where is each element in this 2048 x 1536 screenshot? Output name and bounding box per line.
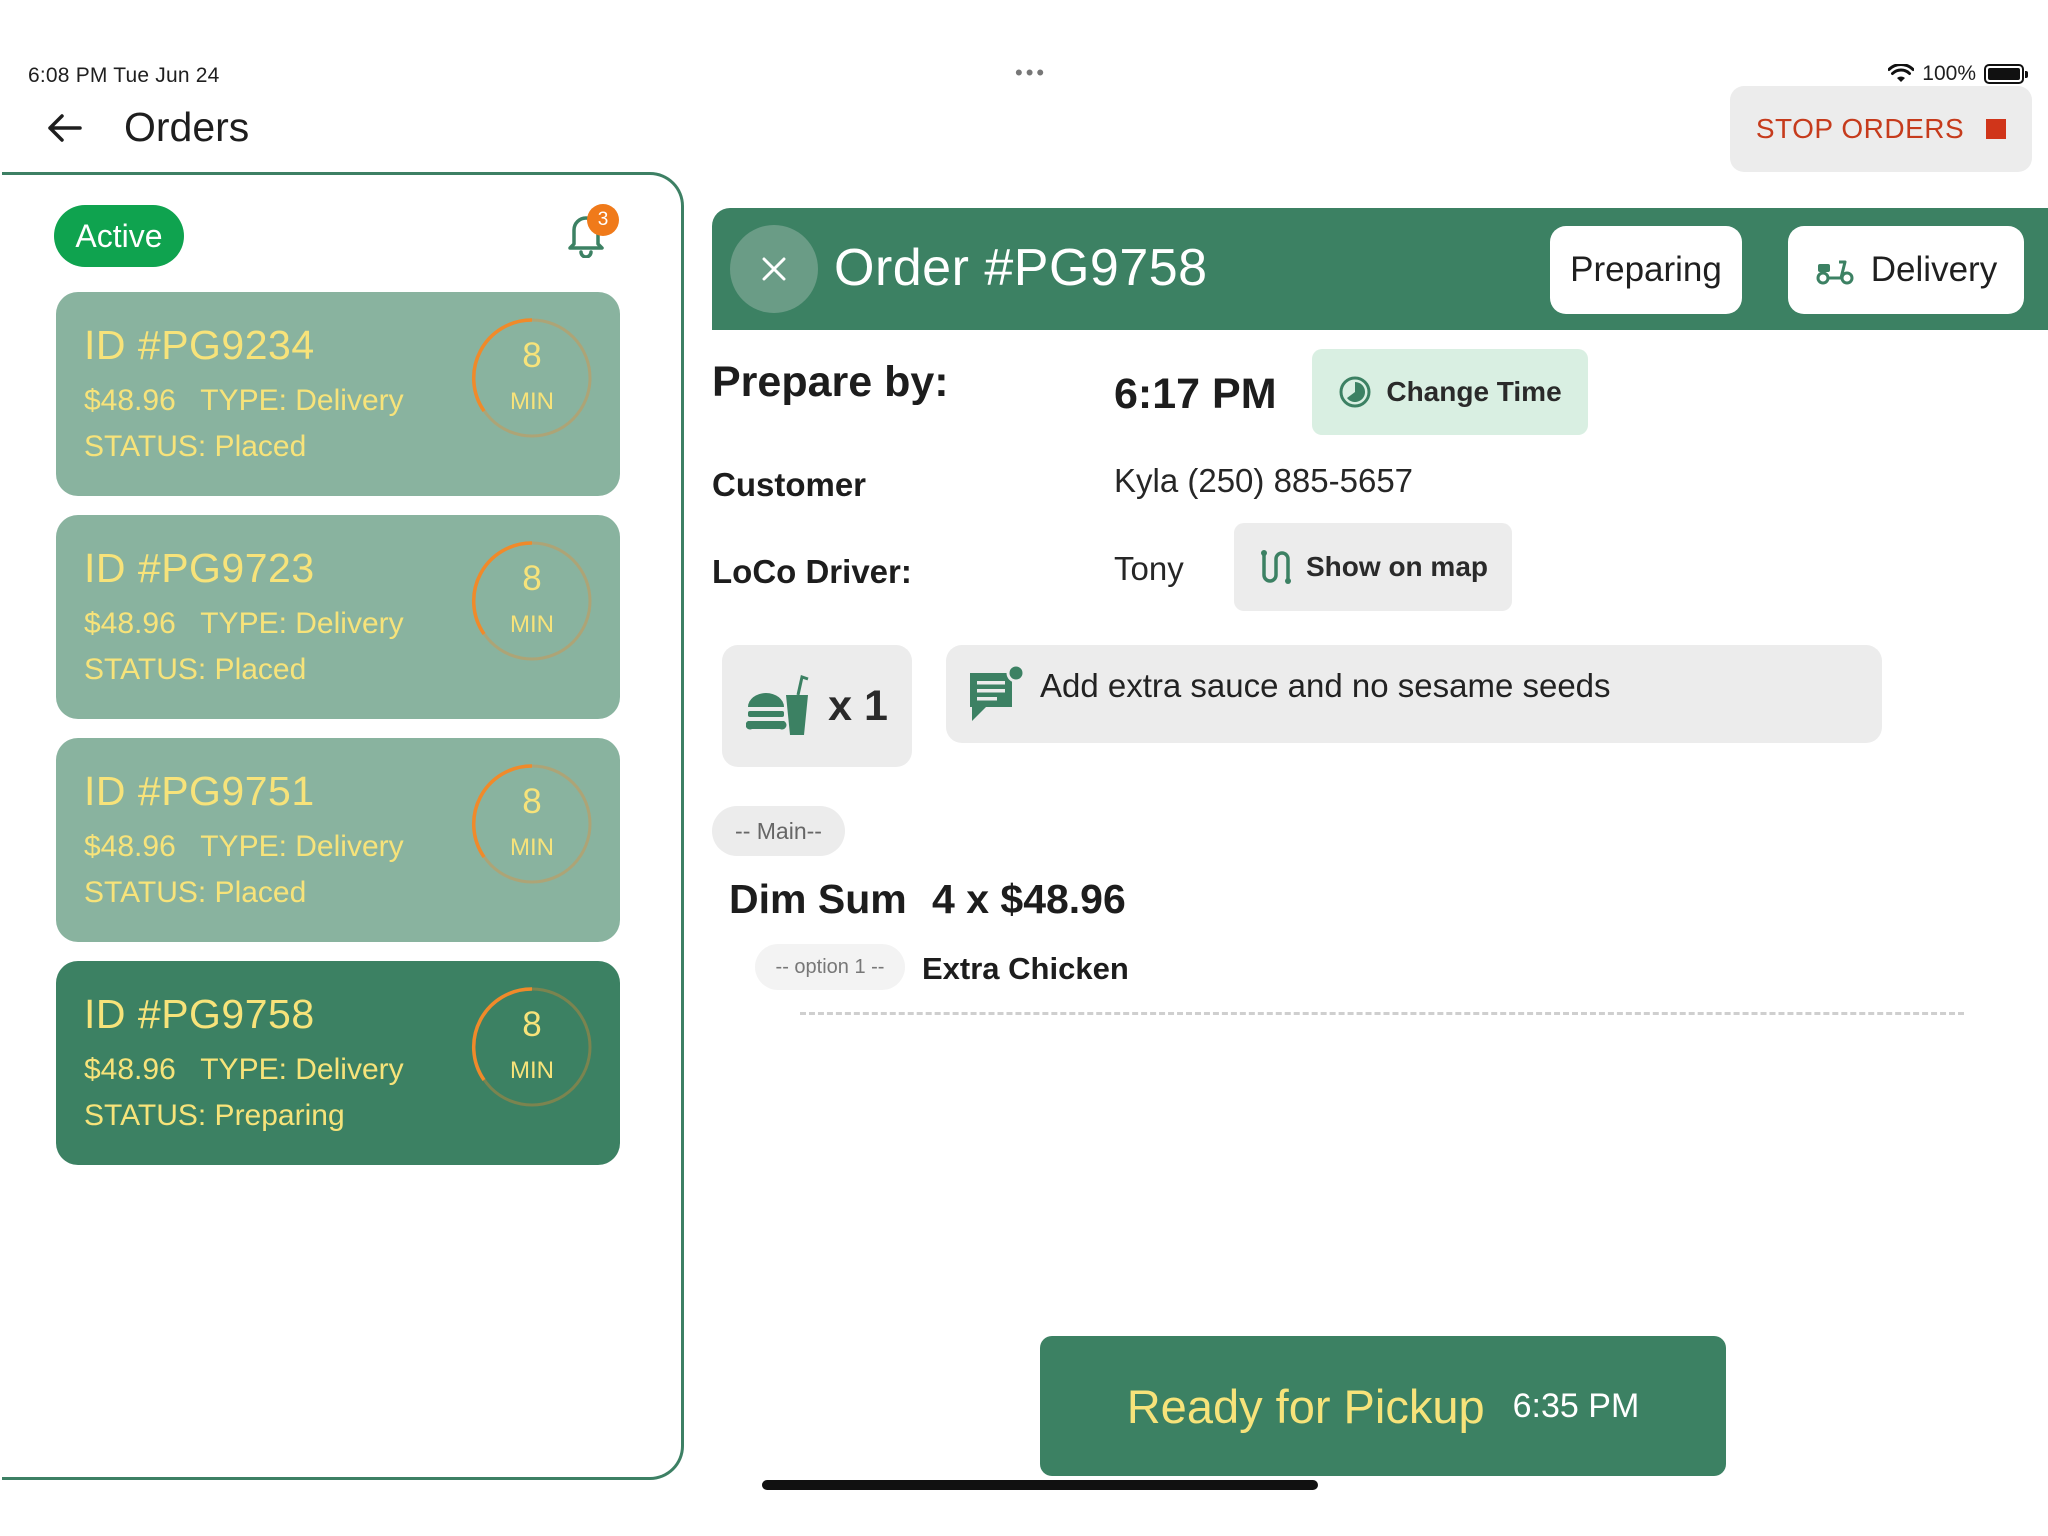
order-status: STATUS: Preparing xyxy=(84,1099,345,1132)
change-time-button[interactable]: Change Time xyxy=(1312,349,1588,435)
prepare-by-label: Prepare by: xyxy=(712,358,949,406)
category-pill: -- Main-- xyxy=(712,806,845,856)
page-title: Orders xyxy=(124,104,250,150)
order-note-box: Add extra sauce and no sesame seeds xyxy=(946,645,1882,743)
option-pill: -- option 1 -- xyxy=(755,944,905,990)
order-timer: 8 MIN xyxy=(470,985,594,1109)
stop-orders-button[interactable]: STOP ORDERS xyxy=(1730,86,2032,172)
notification-badge: 3 xyxy=(587,204,619,236)
item-name: Dim Sum xyxy=(729,876,907,922)
delivery-type-button[interactable]: Delivery xyxy=(1788,226,2024,314)
order-type: TYPE: Delivery xyxy=(200,830,404,863)
note-icon xyxy=(970,663,1026,721)
wifi-icon xyxy=(1888,64,1915,82)
order-header: Order #PG9758 Preparing Delivery xyxy=(712,208,2048,330)
order-id: ID #PG9751 xyxy=(84,768,315,814)
order-id: ID #PG9234 xyxy=(84,322,315,368)
order-timer: 8 MIN xyxy=(470,316,594,440)
delivery-label: Delivery xyxy=(1870,250,1998,289)
order-type: TYPE: Delivery xyxy=(200,607,404,640)
home-indicator[interactable] xyxy=(762,1480,1318,1490)
battery-percent: 100% xyxy=(1922,62,1976,85)
stop-orders-label: STOP ORDERS xyxy=(1755,113,1965,144)
order-id: ID #PG9758 xyxy=(84,991,315,1037)
status-time: 6:08 PM Tue Jun 24 xyxy=(28,64,220,87)
order-type: TYPE: Delivery xyxy=(200,1053,404,1086)
order-card-pg9758[interactable]: ID #PG9758 $48.96 TYPE: Delivery STATUS:… xyxy=(56,961,620,1165)
timer-value: 8 xyxy=(522,559,542,598)
timer-value: 8 xyxy=(522,1005,542,1044)
change-time-label: Change Time xyxy=(1386,376,1562,407)
order-price: $48.96 xyxy=(84,384,176,417)
timer-value: 8 xyxy=(522,782,542,821)
timer-unit: MIN xyxy=(510,1057,554,1084)
clock-icon xyxy=(1339,376,1371,408)
timer-unit: MIN xyxy=(510,388,554,415)
order-status: STATUS: Placed xyxy=(84,430,307,463)
timer-ring-icon xyxy=(472,987,592,1107)
food-icon xyxy=(746,675,809,735)
order-price-type: $48.96 TYPE: Delivery xyxy=(84,384,404,418)
timer-ring-icon xyxy=(472,318,592,438)
option-value: Extra Chicken xyxy=(922,951,1129,986)
ready-for-pickup-button[interactable]: Ready for Pickup 6:35 PM xyxy=(1040,1336,1726,1476)
ready-time: 6:35 PM xyxy=(1512,1386,1640,1425)
driver-value: Tony xyxy=(1114,550,1184,587)
scooter-icon xyxy=(1816,260,1854,285)
battery-icon xyxy=(1984,64,2028,84)
back-arrow-icon[interactable] xyxy=(44,108,84,148)
active-filter-pill[interactable]: Active xyxy=(54,205,184,267)
order-title: Order #PG9758 xyxy=(834,239,1208,297)
customer-value: Kyla (250) 885-5657 xyxy=(1114,462,1414,499)
order-price: $48.96 xyxy=(84,1053,176,1086)
order-price-type: $48.96 TYPE: Delivery xyxy=(84,830,404,864)
order-note-text: Add extra sauce and no sesame seeds xyxy=(1040,667,1611,704)
order-price-type: $48.96 TYPE: Delivery xyxy=(84,1053,404,1087)
order-card-pg9234[interactable]: ID #PG9234 $48.96 TYPE: Delivery STATUS:… xyxy=(56,292,620,496)
order-status: STATUS: Placed xyxy=(84,653,307,686)
order-price: $48.96 xyxy=(84,607,176,640)
timer-value: 8 xyxy=(522,336,542,375)
status-right: 100% xyxy=(1888,62,2028,86)
item-price: 4 x $48.96 xyxy=(932,876,1126,922)
timer-ring-icon xyxy=(472,764,592,884)
route-icon xyxy=(1261,550,1291,584)
item-quantity-box: x 1 xyxy=(722,645,912,767)
order-timer: 8 MIN xyxy=(470,539,594,663)
ready-label: Ready for Pickup xyxy=(1126,1379,1485,1433)
order-price-type: $48.96 TYPE: Delivery xyxy=(84,607,404,641)
close-icon xyxy=(762,257,786,281)
order-type: TYPE: Delivery xyxy=(200,384,404,417)
item-quantity: x 1 xyxy=(828,681,888,730)
timer-unit: MIN xyxy=(510,611,554,638)
prepare-by-time: 6:17 PM xyxy=(1114,370,1277,418)
timer-unit: MIN xyxy=(510,834,554,861)
show-on-map-button[interactable]: Show on map xyxy=(1234,523,1512,611)
show-on-map-label: Show on map xyxy=(1306,551,1488,582)
order-timer: 8 MIN xyxy=(470,762,594,886)
order-status: STATUS: Placed xyxy=(84,876,307,909)
stop-icon xyxy=(1986,119,2007,139)
order-id: ID #PG9723 xyxy=(84,545,315,591)
order-price: $48.96 xyxy=(84,830,176,863)
multitask-dots[interactable]: ••• xyxy=(1015,60,1047,86)
order-card-pg9723[interactable]: ID #PG9723 $48.96 TYPE: Delivery STATUS:… xyxy=(56,515,620,719)
close-order-button[interactable] xyxy=(730,225,818,313)
driver-label: LoCo Driver: xyxy=(712,553,912,590)
customer-label: Customer xyxy=(712,466,867,503)
timer-ring-icon xyxy=(472,541,592,661)
item-divider xyxy=(800,1012,1964,1015)
preparing-status-button[interactable]: Preparing xyxy=(1550,226,1742,314)
order-card-pg9751[interactable]: ID #PG9751 $48.96 TYPE: Delivery STATUS:… xyxy=(56,738,620,942)
